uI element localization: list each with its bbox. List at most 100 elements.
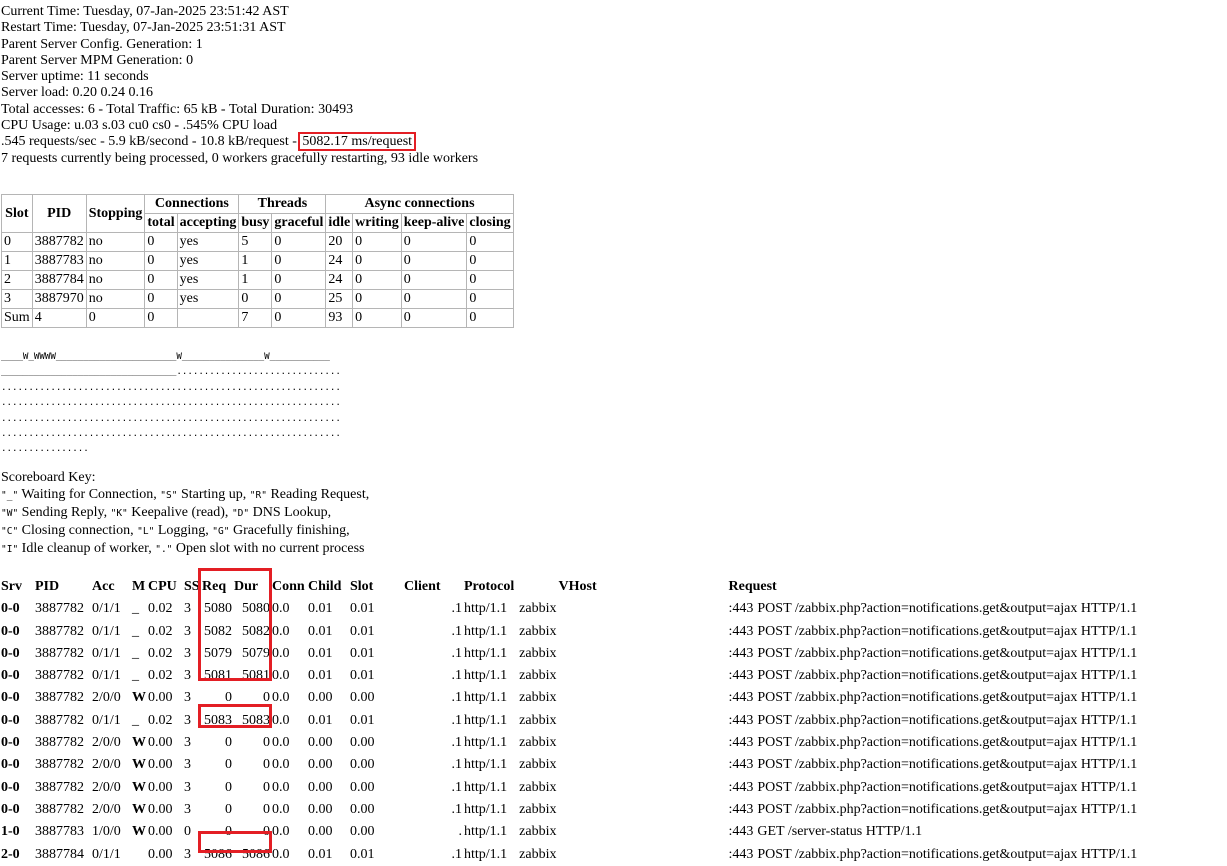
workers-cell: 3887970 [31, 289, 87, 309]
cell-vhost [558, 643, 728, 665]
cell-slot: 0.01 [350, 712, 375, 728]
workers-cell: no [85, 270, 146, 290]
col-child: Child [308, 579, 342, 594]
cell-req: 5082 [204, 623, 232, 639]
workers-cell: yes [176, 289, 240, 309]
cell-slot: 0.01 [350, 601, 375, 617]
cell-child: 0.01 [308, 623, 333, 639]
cell-acc: 1/0/0 [92, 824, 121, 840]
vhost-text: zabbix [519, 668, 557, 684]
cell-vhost [558, 754, 728, 776]
workers-cell: 93 [325, 308, 354, 328]
col-slot: Slot [350, 579, 374, 594]
workers-cell: 3 [1, 289, 33, 309]
workers-cell: 1 [1, 251, 33, 271]
cell-srv: 0-0 [1, 779, 20, 795]
col-srv: Srv [1, 579, 22, 594]
col-idle: idle [325, 213, 354, 233]
request-text: POST /zabbix.php?action=notifications.ge… [757, 668, 1138, 684]
cell-req: 0 [225, 690, 232, 706]
cell-req: 5083 [204, 712, 232, 728]
cell-dur: 0 [263, 757, 270, 773]
cell-child: 0.00 [308, 757, 333, 773]
cell-child: 0.00 [308, 690, 333, 706]
scoreboard-line: ____W_WWWW______________________W_______… [1, 351, 330, 362]
cell-acc: 2/0/0 [92, 735, 121, 751]
cell-child: 0.01 [308, 668, 333, 684]
cell-acc: 2/0/0 [92, 779, 121, 795]
request-port: :443 [728, 801, 754, 817]
col-ss: SS [184, 579, 200, 594]
cell-protocol: http/1.1 zabbix [463, 799, 558, 821]
cell-srv: 0-0 [1, 801, 20, 817]
workers-cell: 0 [144, 308, 178, 328]
cell-dur: 5086 [242, 846, 270, 862]
cell-slot: 0.00 [350, 824, 375, 840]
cell-protocol: http/1.1 zabbix [463, 754, 558, 776]
scoreboard-line: ................ [1, 443, 89, 455]
key-text: DNS Lookup, [249, 505, 332, 520]
cell-pid: 3887783 [35, 824, 84, 840]
cell-slot: 0.00 [350, 690, 375, 706]
workers-cell: 0 [238, 289, 273, 309]
workers-cell: 0 [466, 232, 514, 252]
key-code: "R" [249, 490, 267, 501]
request-row: 0-0 3887782 2/0/0 W 0.00 3 0 0 0.0 0.00 0.00.1 http… [0, 799, 1200, 821]
workers-cell: 0 [1, 232, 33, 252]
cell-client: .1 [451, 735, 463, 751]
workers-cell: 0 [271, 289, 327, 309]
cell-conn: 0.0 [272, 779, 290, 795]
col-writing: writing [352, 213, 402, 233]
request-row: 0-0 3887782 2/0/0 W 0.00 3 0 0 0.0 0.00 0.00.1 http… [0, 754, 1200, 776]
cell-dur: 0 [263, 779, 270, 795]
workers-cell: 0 [85, 308, 146, 328]
protocol-text: http/1.1 [464, 735, 508, 751]
key-code: "L" [137, 526, 155, 537]
request-row: 0-0 3887782 0/1/1 _ 0.02 3 5082 5082 0.0 0.01 0.01… [0, 621, 1200, 643]
cell-acc: 0/1/1 [92, 846, 121, 862]
cell-cpu: 0.00 [148, 779, 173, 795]
cell-m: W [132, 779, 146, 795]
current-time-line: Current Time: Tuesday, 07-Jan-2025 23:51… [1, 4, 289, 19]
workers-cell: 24 [325, 270, 354, 290]
cell-cpu: 0.00 [148, 757, 173, 773]
cell-cpu: 0.02 [148, 668, 173, 684]
cell-vhost [558, 665, 728, 687]
cell-protocol: http/1.1 zabbix [463, 844, 558, 866]
workers-cell: 3887784 [31, 270, 87, 290]
workers-row: 3 3887970 no 0 yes 0 0 25 0 0 0 [1, 289, 514, 309]
cell-pid: 3887784 [35, 846, 84, 862]
request-text: GET /server-status HTTP/1.1 [757, 824, 923, 840]
workers-cell: 0 [352, 289, 402, 309]
request-port: :443 [728, 712, 754, 728]
cell-protocol: http/1.1 zabbix [463, 643, 558, 665]
cell-client: .1 [451, 846, 463, 862]
cell-client: . [458, 824, 463, 840]
workers-row: 0 3887782 no 0 yes 5 0 20 0 0 0 [1, 232, 514, 252]
cell-request: :443 POST /zabbix.php?action=notification… [728, 710, 1200, 732]
cell-vhost [558, 732, 728, 754]
cell-conn: 0.0 [272, 601, 290, 617]
key-text: Sending Reply, [18, 505, 111, 520]
request-row: 0-0 3887782 2/0/0 W 0.00 3 0 0 0.0 0.00 0.00.1 http… [0, 777, 1200, 799]
workers-cell: no [85, 232, 146, 252]
workers-cell: 0 [271, 270, 327, 290]
vhost-text: zabbix [519, 779, 557, 795]
cell-ss: 3 [184, 779, 191, 795]
requests-rate-text: .545 requests/sec - 5.9 kB/second - 10.8… [1, 134, 301, 150]
request-row: 0-0 3887782 0/1/1 _ 0.02 3 5080 5080 0.0 0.01 0.01… [0, 598, 1200, 620]
key-text: Idle cleanup of worker, [18, 541, 156, 556]
ms-per-request-highlight: 5082.17 ms/request [298, 132, 417, 152]
mpm-generation-line: Parent Server MPM Generation: 0 [1, 52, 194, 68]
cell-dur: 0 [263, 801, 270, 817]
cell-client: .1 [451, 801, 463, 817]
workers-cell: 0 [400, 251, 468, 271]
cell-ss: 3 [184, 846, 191, 862]
cell-req: 5086 [204, 846, 232, 862]
key-code: "S" [160, 490, 178, 501]
request-port: :443 [728, 824, 754, 840]
request-text: POST /zabbix.php?action=notifications.ge… [757, 645, 1138, 661]
cell-req: 0 [225, 757, 232, 773]
cell-vhost [558, 710, 728, 732]
workers-cell: 0 [144, 289, 178, 309]
